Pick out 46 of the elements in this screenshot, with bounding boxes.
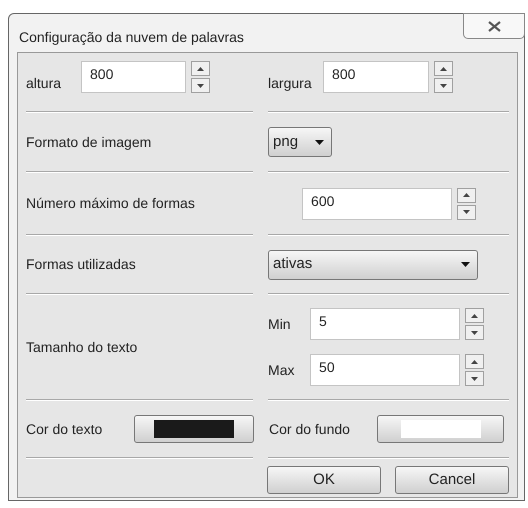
spin-up-button[interactable] (465, 308, 484, 323)
field-label: altura (26, 74, 62, 93)
color-picker-button[interactable] (377, 415, 504, 443)
field-label: Min (268, 314, 292, 334)
up-arrow-icon (197, 66, 204, 70)
number-field[interactable]: 800 (81, 61, 186, 93)
up-arrow-icon (471, 360, 478, 364)
spin-down-button[interactable] (191, 78, 210, 93)
field-label: Cor do texto (26, 420, 104, 438)
spin-down-button[interactable] (465, 371, 484, 386)
field-label: Formato de imagem (26, 132, 152, 152)
spin-up-button[interactable] (457, 188, 476, 202)
spin-down-button[interactable] (465, 325, 484, 340)
up-arrow-icon (471, 314, 478, 318)
number-field[interactable]: 800 (323, 61, 430, 93)
field-label: Tamanho do texto (26, 338, 138, 356)
spin-down-button[interactable] (434, 78, 454, 93)
spin-down-button[interactable] (457, 204, 476, 220)
dialog-button[interactable]: OK (267, 466, 381, 494)
close-icon (488, 20, 500, 32)
field-label: Max (268, 360, 296, 380)
dropdown[interactable]: png (268, 127, 332, 157)
color-picker-button[interactable] (134, 415, 254, 443)
field-label: Número máximo de formas (26, 194, 195, 213)
down-arrow-icon (471, 376, 478, 380)
number-field[interactable]: 5 (310, 308, 460, 340)
spin-up-button[interactable] (434, 61, 454, 76)
dialog-button[interactable]: Cancel (395, 466, 509, 494)
close-button[interactable] (463, 13, 525, 39)
down-arrow-icon (471, 330, 478, 334)
number-field[interactable]: 50 (310, 354, 460, 386)
caret-icon (461, 262, 470, 267)
spin-up-button[interactable] (465, 354, 484, 369)
field-label: Cor do fundo (269, 420, 351, 438)
down-arrow-icon (440, 84, 448, 88)
window-title: Configuração da nuvem de palavras (19, 28, 244, 47)
spin-up-button[interactable] (191, 61, 210, 76)
down-arrow-icon (463, 210, 470, 214)
field-label: largura (268, 74, 313, 93)
down-arrow-icon (197, 84, 204, 88)
up-arrow-icon (440, 66, 448, 70)
number-field[interactable]: 600 (302, 188, 452, 220)
dropdown[interactable]: ativas (268, 250, 478, 280)
field-label: Formas utilizadas (26, 255, 136, 274)
caret-icon (315, 140, 324, 144)
up-arrow-icon (463, 193, 470, 197)
